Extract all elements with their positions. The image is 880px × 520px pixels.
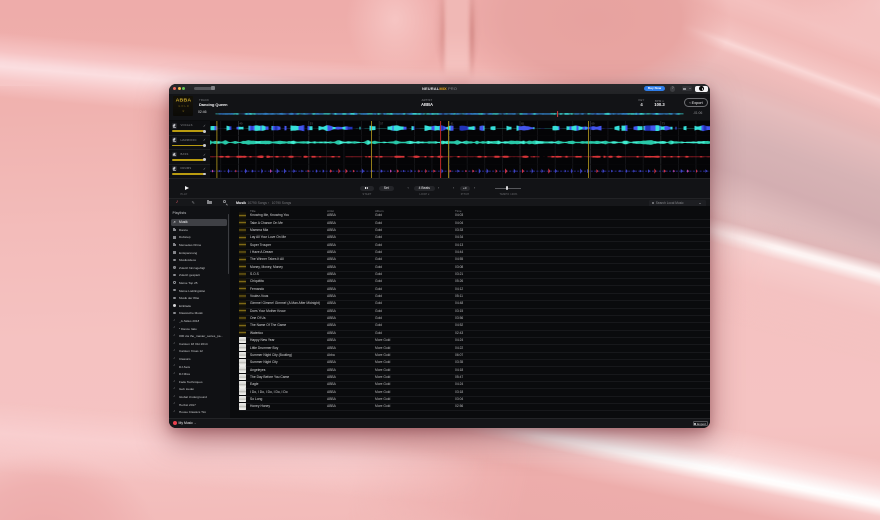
- svg-text:53: 53: [309, 121, 312, 125]
- svg-text:69: 69: [591, 121, 594, 125]
- svg-text:65: 65: [521, 121, 524, 125]
- svg-text:49: 49: [239, 121, 242, 125]
- svg-text:73: 73: [661, 121, 664, 125]
- svg-text:57: 57: [380, 121, 383, 125]
- svg-text:61: 61: [450, 121, 453, 125]
